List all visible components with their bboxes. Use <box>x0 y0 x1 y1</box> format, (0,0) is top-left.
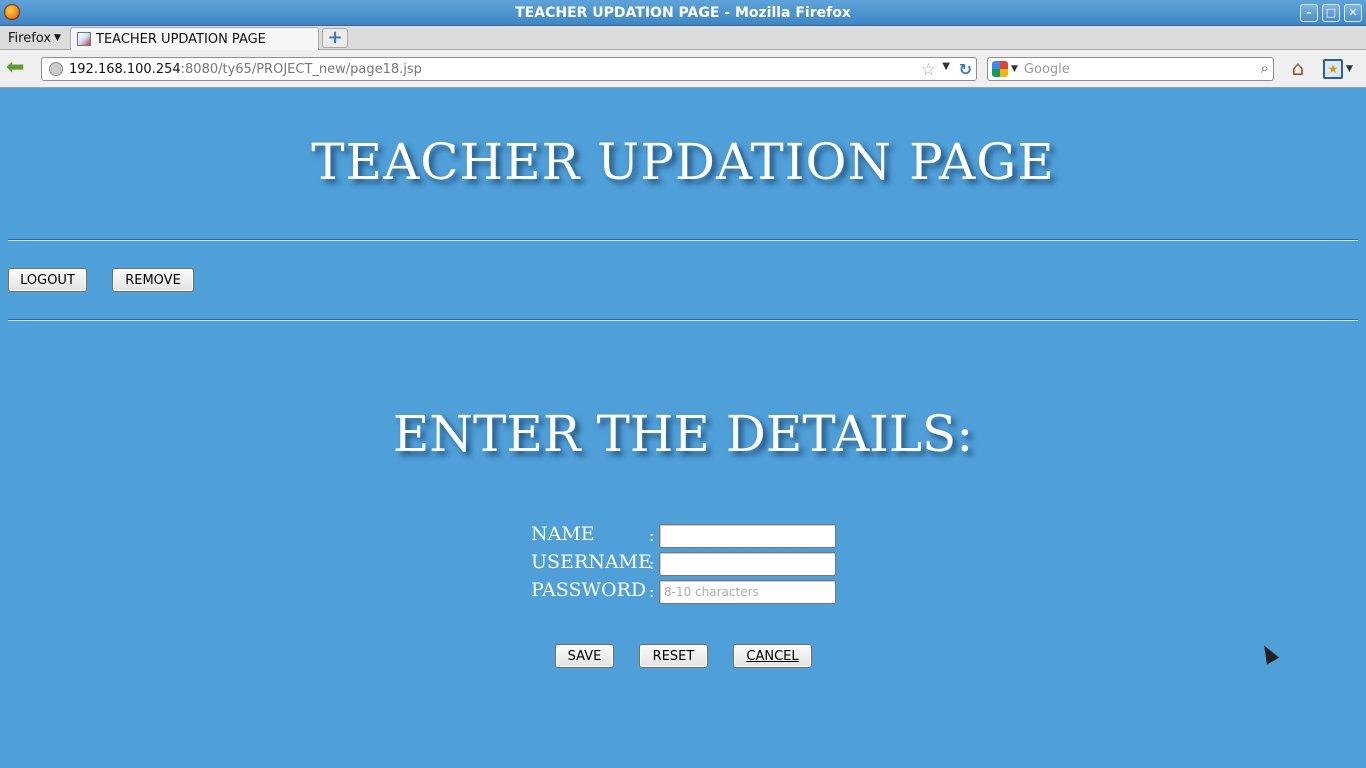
magnifier-icon[interactable]: ⌕ <box>1261 59 1269 77</box>
new-tab-button[interactable]: + <box>322 28 348 48</box>
bottom-divider <box>8 319 1358 321</box>
bookmarks-button[interactable]: ★ ▼ <box>1323 57 1359 81</box>
search-bar[interactable]: ▼ ⌕ <box>987 57 1274 81</box>
page-title: TEACHER UPDATION PAGE <box>311 133 1055 191</box>
password-field[interactable] <box>659 580 836 604</box>
url-bar[interactable]: 192.168.100.254 :8080/ty65/PROJECT_new/p… <box>41 57 977 81</box>
url-host: 192.168.100.254 <box>69 61 181 77</box>
tab-teacher-updation[interactable]: TEACHER UPDATION PAGE <box>70 27 319 50</box>
cancel-button[interactable]: CANCEL <box>733 644 812 668</box>
site-identity-icon[interactable] <box>49 62 63 76</box>
name-label: NAME <box>531 523 595 545</box>
window-titlebar: TEACHER UPDATION PAGE - Mozilla Firefox … <box>0 0 1366 26</box>
chevron-down-icon: ▼ <box>54 33 61 43</box>
logout-button[interactable]: LOGOUT <box>8 268 87 292</box>
username-separator: : <box>649 554 655 573</box>
window-controls: – □ ✕ <box>1300 4 1362 22</box>
close-button[interactable]: ✕ <box>1344 4 1362 22</box>
google-engine-icon[interactable] <box>992 61 1008 77</box>
star-icon[interactable]: ☆ <box>921 60 936 80</box>
maximize-button[interactable]: □ <box>1322 4 1340 22</box>
firefox-logo-icon <box>4 4 20 20</box>
back-arrow-icon[interactable]: ⬅ <box>6 57 30 80</box>
chevron-down-icon[interactable]: ▼ <box>1011 64 1018 74</box>
chevron-down-icon: ▼ <box>1346 64 1353 74</box>
reset-button[interactable]: RESET <box>639 644 708 668</box>
firefox-menu-label: Firefox <box>8 30 52 46</box>
search-input[interactable] <box>1023 61 1244 77</box>
password-separator: : <box>649 582 655 601</box>
page-content: TEACHER UPDATION PAGE LOGOUT REMOVE ENTE… <box>0 89 1366 768</box>
section-title: ENTER THE DETAILS: <box>392 405 974 463</box>
firefox-menu-button[interactable]: Firefox ▼ <box>4 29 65 47</box>
home-icon[interactable]: ⌂ <box>1286 57 1310 81</box>
tab-label: TEACHER UPDATION PAGE <box>96 31 266 47</box>
page-favicon-icon <box>77 32 91 46</box>
username-field[interactable] <box>659 552 836 576</box>
navigation-bar: ⬅ 192.168.100.254 :8080/ty65/PROJECT_new… <box>0 50 1366 88</box>
remove-button[interactable]: REMOVE <box>112 268 194 292</box>
minimize-button[interactable]: – <box>1300 4 1318 22</box>
name-field[interactable] <box>659 524 836 548</box>
tab-strip: Firefox ▼ TEACHER UPDATION PAGE + <box>0 26 1366 50</box>
mouse-cursor-icon <box>1258 642 1280 665</box>
name-separator: : <box>649 526 655 545</box>
password-label: PASSWORD <box>531 579 647 601</box>
reload-icon[interactable]: ↻ <box>959 60 972 79</box>
top-divider <box>8 239 1358 241</box>
username-label: USERNAME <box>531 551 652 573</box>
window-title: TEACHER UPDATION PAGE - Mozilla Firefox <box>515 4 851 21</box>
bookmarks-icon: ★ <box>1323 59 1343 79</box>
chevron-down-icon[interactable]: ▼ <box>942 61 950 72</box>
save-button[interactable]: SAVE <box>555 644 614 668</box>
url-path: :8080/ty65/PROJECT_new/page18.jsp <box>180 61 422 77</box>
